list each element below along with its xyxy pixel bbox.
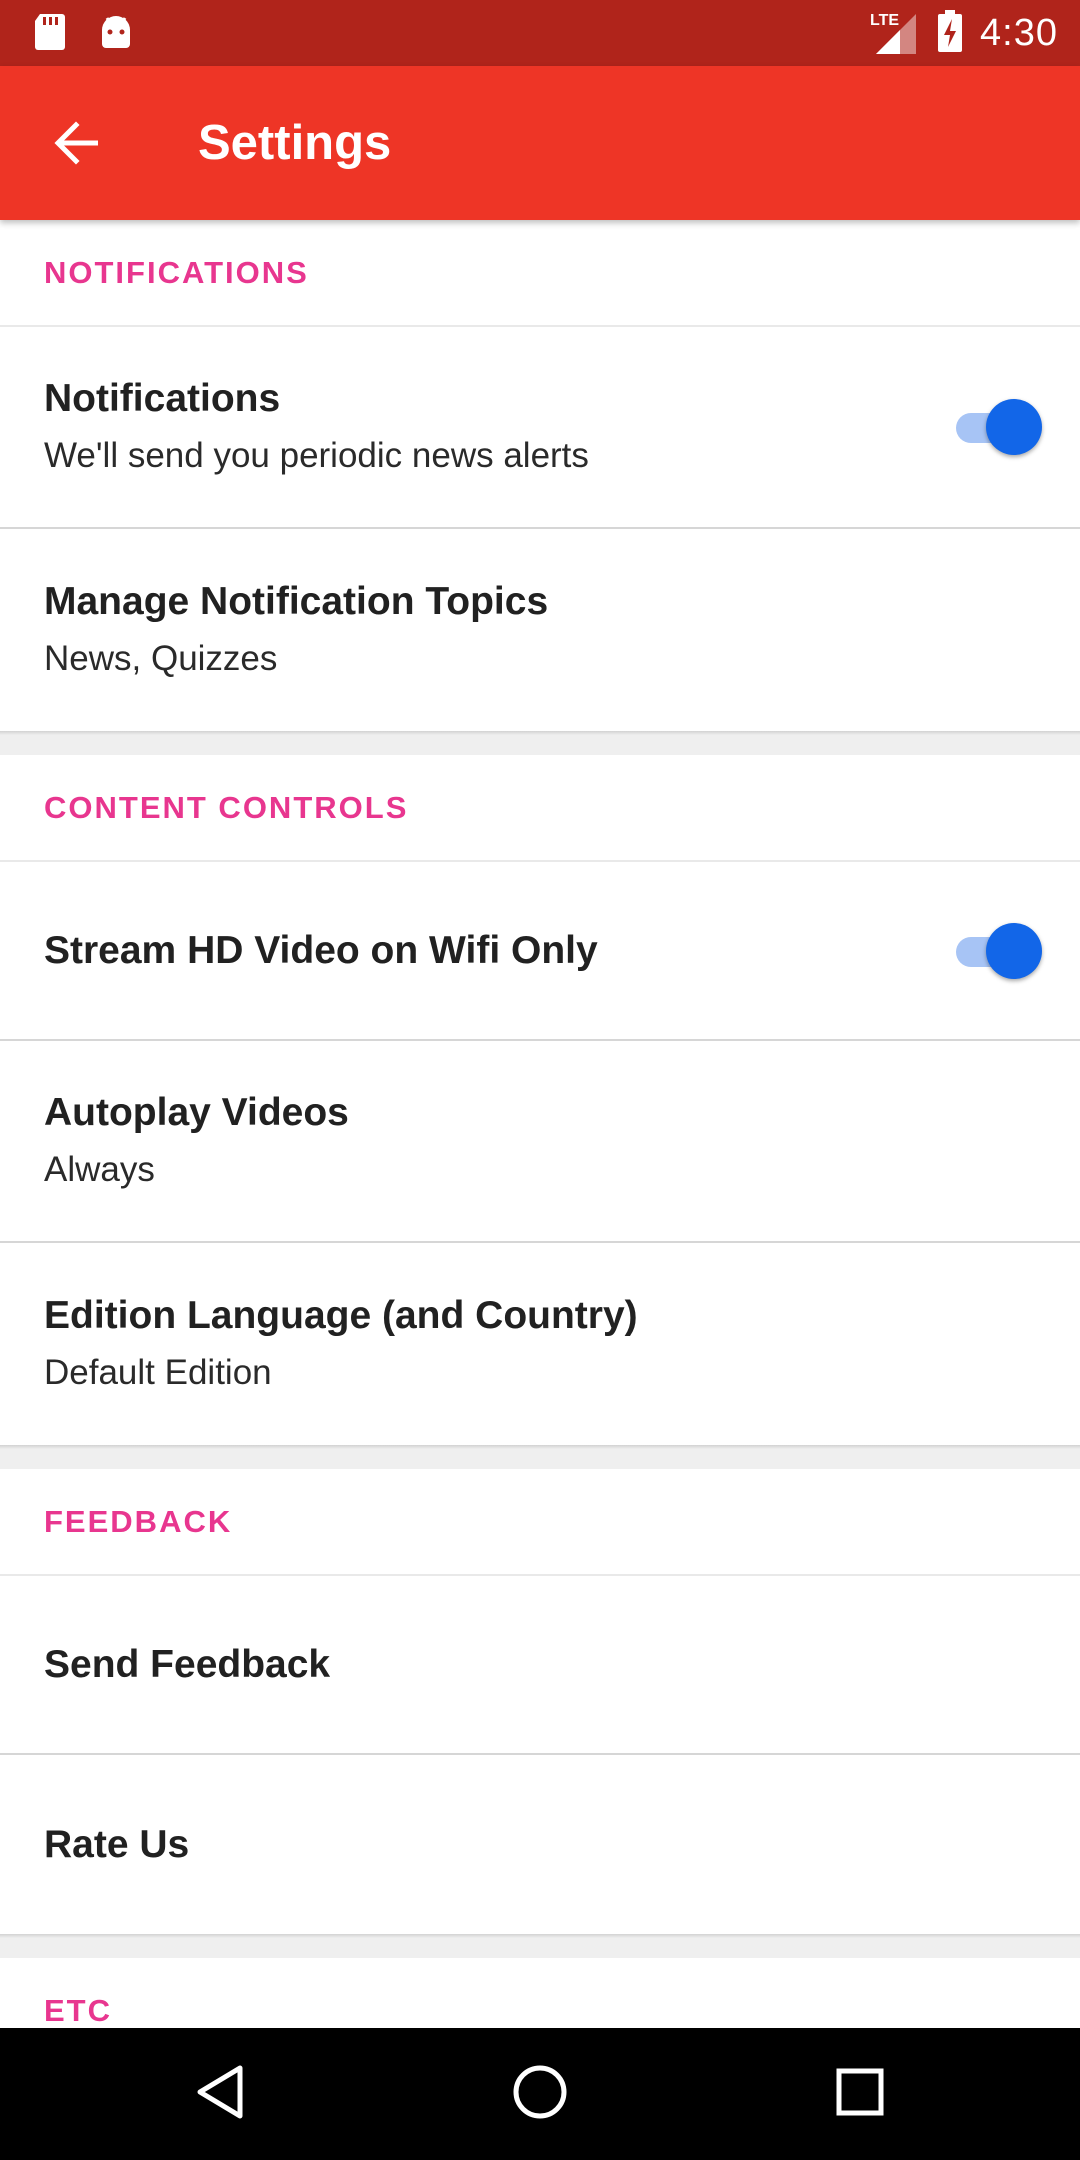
setting-autoplay-videos[interactable]: Autoplay Videos Always bbox=[0, 1041, 1080, 1243]
status-bar: LTE 4:30 bbox=[0, 0, 1080, 66]
section-gap bbox=[0, 1938, 1080, 1958]
setting-title: Notifications bbox=[44, 377, 281, 420]
setting-stream-hd-video[interactable]: Stream HD Video on Wifi Only bbox=[0, 862, 1080, 1041]
back-button[interactable] bbox=[38, 106, 116, 184]
section-etc: ETC bbox=[0, 1958, 1080, 2028]
toggle-thumb bbox=[986, 399, 1042, 455]
section-header-feedback: FEEDBACK bbox=[0, 1469, 1080, 1576]
setting-title: Send Feedback bbox=[44, 1642, 331, 1686]
home-circle-icon bbox=[510, 2062, 570, 2127]
section-gap bbox=[0, 735, 1080, 755]
setting-manage-notification-topics[interactable]: Manage Notification Topics News, Quizzes bbox=[0, 529, 1080, 731]
setting-title: Rate Us bbox=[44, 1822, 190, 1866]
toggle-thumb bbox=[986, 922, 1042, 979]
recents-square-icon bbox=[832, 2064, 888, 2125]
setting-title: Manage Notification Topics bbox=[44, 580, 549, 623]
system-nav-bar bbox=[0, 2028, 1080, 2160]
status-time: 4:30 bbox=[980, 11, 1058, 54]
settings-list[interactable]: NOTIFICATIONS Notifications We'll send y… bbox=[0, 220, 1080, 2028]
section-feedback: FEEDBACK Send Feedback Rate Us bbox=[0, 1469, 1080, 1934]
setting-subtitle: We'll send you periodic news alerts bbox=[44, 436, 589, 475]
status-left bbox=[32, 12, 134, 57]
section-header-notifications: NOTIFICATIONS bbox=[0, 220, 1080, 327]
setting-subtitle: Always bbox=[44, 1150, 155, 1189]
sd-card-icon bbox=[32, 12, 68, 57]
status-right: LTE 4:30 bbox=[870, 6, 1058, 60]
section-content-controls: CONTENT CONTROLS Stream HD Video on Wifi… bbox=[0, 755, 1080, 1445]
arrow-left-icon bbox=[52, 120, 102, 170]
setting-notifications[interactable]: Notifications We'll send you periodic ne… bbox=[0, 327, 1080, 529]
section-gap bbox=[0, 1449, 1080, 1469]
section-header-content-controls: CONTENT CONTROLS bbox=[0, 755, 1080, 862]
nav-back-button[interactable] bbox=[182, 2056, 258, 2132]
android-icon bbox=[98, 12, 134, 57]
notifications-toggle[interactable] bbox=[956, 399, 1042, 455]
battery-charging-icon bbox=[936, 9, 964, 58]
app-bar: Settings bbox=[0, 66, 1080, 220]
setting-subtitle: Default Edition bbox=[44, 1353, 272, 1392]
back-triangle-icon bbox=[192, 2062, 248, 2127]
setting-edition-language[interactable]: Edition Language (and Country) Default E… bbox=[0, 1243, 1080, 1445]
page-title: Settings bbox=[198, 116, 392, 170]
section-header-etc: ETC bbox=[0, 1958, 1080, 2028]
nav-home-button[interactable] bbox=[502, 2056, 578, 2132]
setting-title: Autoplay Videos bbox=[44, 1091, 349, 1134]
setting-title: Edition Language (and Country) bbox=[44, 1294, 638, 1337]
setting-title: Stream HD Video on Wifi Only bbox=[44, 928, 598, 972]
stream-hd-toggle[interactable] bbox=[956, 922, 1042, 979]
signal-icon: LTE bbox=[870, 8, 920, 58]
setting-send-feedback[interactable]: Send Feedback bbox=[0, 1576, 1080, 1755]
setting-rate-us[interactable]: Rate Us bbox=[0, 1755, 1080, 1934]
section-notifications: NOTIFICATIONS Notifications We'll send y… bbox=[0, 220, 1080, 731]
nav-recents-button[interactable] bbox=[822, 2056, 898, 2132]
setting-subtitle: News, Quizzes bbox=[44, 639, 278, 678]
